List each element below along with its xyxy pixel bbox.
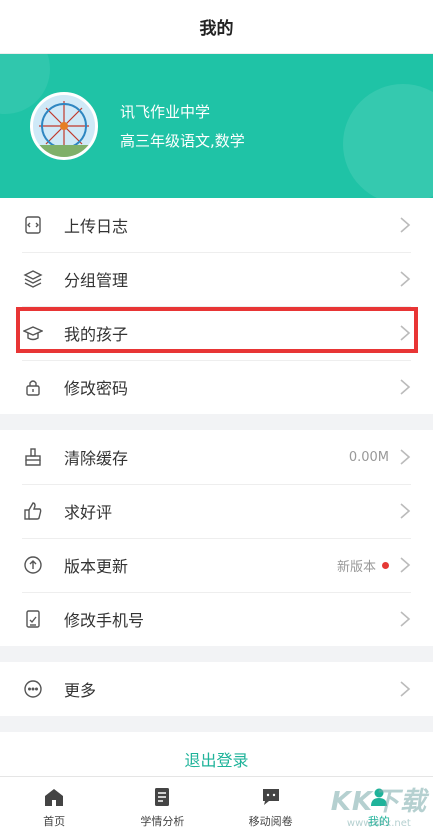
menu-item-label: 修改手机号 xyxy=(64,611,145,630)
chevron-right-icon xyxy=(400,325,411,341)
menu-item-label: 更多 xyxy=(64,681,97,700)
menu-group-app: 清除缓存 0.00M 求好评 版本更新 新版本 修改手机号 xyxy=(0,430,433,646)
cache-size: 0.00M xyxy=(348,449,389,465)
new-version-badge: 新版本 xyxy=(337,556,389,575)
menu-item-label: 上传日志 xyxy=(64,217,129,236)
upload-log-icon xyxy=(22,214,44,236)
menu-item-label: 分组管理 xyxy=(64,271,129,290)
menu-item-change-phone[interactable]: 修改手机号 xyxy=(0,592,433,646)
watermark-logo: KK下载 www.kkx.net xyxy=(330,787,427,829)
tab-label: 移动阅卷 xyxy=(248,815,293,828)
red-dot xyxy=(382,561,389,569)
chevron-right-icon xyxy=(400,611,411,627)
menu-item-more[interactable]: 更多 xyxy=(0,662,433,716)
menu-item-change-password[interactable]: 修改密码 xyxy=(0,360,433,414)
chevron-right-icon xyxy=(400,379,411,395)
page-title: 我的 xyxy=(199,19,234,39)
chevron-right-icon xyxy=(400,217,411,233)
upgrade-icon xyxy=(22,554,44,576)
menu-item-version-update[interactable]: 版本更新 新版本 xyxy=(0,538,433,592)
menu-item-label: 求好评 xyxy=(64,503,113,522)
tab-label: 学情分析 xyxy=(140,815,185,828)
menu-group-more: 更多 xyxy=(0,662,433,716)
home-icon xyxy=(42,785,66,809)
thumbs-up-icon xyxy=(22,500,44,522)
chevron-right-icon xyxy=(400,449,411,465)
phone-edit-icon xyxy=(22,608,44,630)
chevron-right-icon xyxy=(400,503,411,519)
graduation-cap-icon xyxy=(22,322,44,344)
chevron-right-icon xyxy=(400,557,411,573)
lock-icon xyxy=(22,376,44,398)
more-icon xyxy=(22,678,44,700)
tab-home[interactable]: 首页 xyxy=(0,777,108,837)
report-icon xyxy=(150,785,174,809)
menu-item-clear-cache[interactable]: 清除缓存 0.00M xyxy=(0,430,433,484)
menu-group-account: 上传日志 分组管理 我的孩子 修改密码 xyxy=(0,198,433,414)
grade-subjects: 高三年级语文,数学 xyxy=(120,132,245,150)
tab-label: 首页 xyxy=(43,815,66,828)
tab-analysis[interactable]: 学情分析 xyxy=(108,777,216,837)
page-header: 我的 xyxy=(0,0,433,54)
chat-icon xyxy=(259,785,283,809)
menu-item-label: 我的孩子 xyxy=(64,325,129,344)
menu-item-upload-log[interactable]: 上传日志 xyxy=(0,198,433,252)
chevron-right-icon xyxy=(400,681,411,697)
chevron-right-icon xyxy=(400,271,411,287)
tab-mobile-grading[interactable]: 移动阅卷 xyxy=(217,777,325,837)
logout-label: 退出登录 xyxy=(184,751,249,770)
layers-icon xyxy=(22,268,44,290)
menu-item-my-children[interactable]: 我的孩子 xyxy=(0,306,433,360)
menu-item-group-management[interactable]: 分组管理 xyxy=(0,252,433,306)
profile-banner: 讯飞作业中学 高三年级语文,数学 xyxy=(0,54,433,198)
menu-item-label: 修改密码 xyxy=(64,379,129,398)
avatar[interactable] xyxy=(30,92,98,160)
menu-item-label: 清除缓存 xyxy=(64,449,129,468)
broom-icon xyxy=(22,446,44,468)
menu-item-label: 版本更新 xyxy=(64,557,129,576)
menu-item-rate-app[interactable]: 求好评 xyxy=(0,484,433,538)
school-name: 讯飞作业中学 xyxy=(120,103,211,121)
